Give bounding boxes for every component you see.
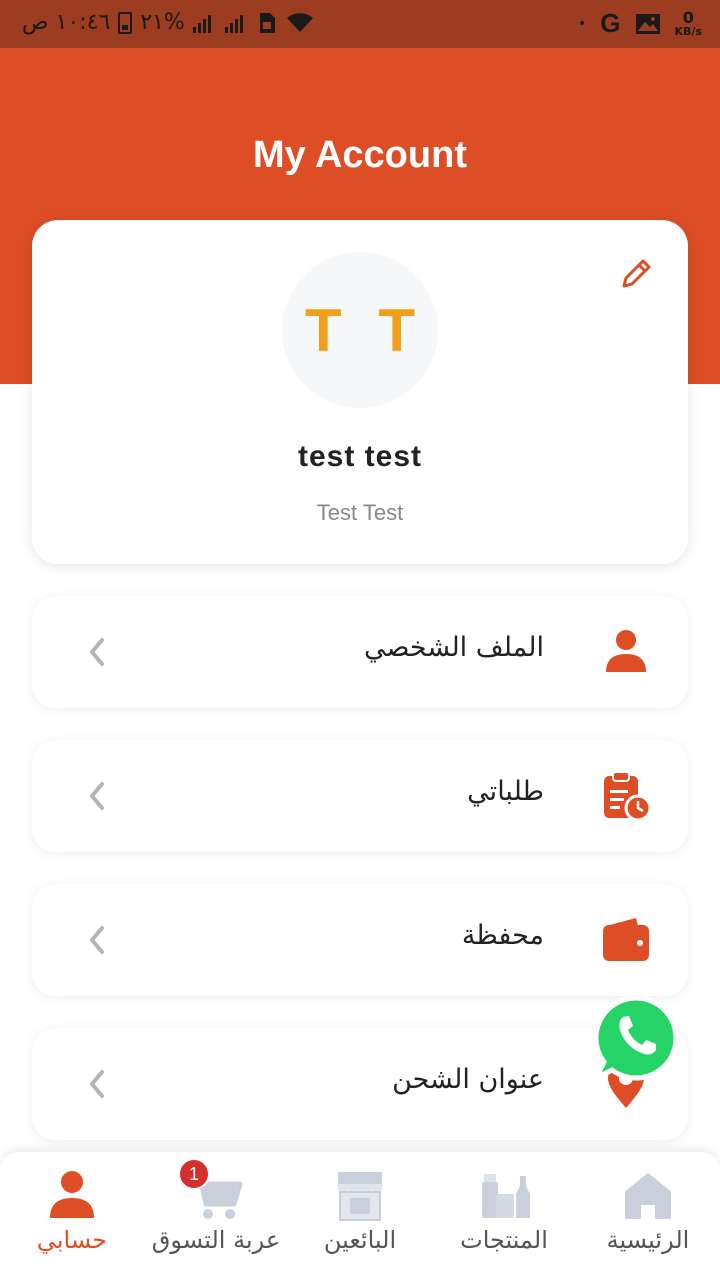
- network-speed: 0 KB/s: [674, 8, 702, 38]
- nav-item-account[interactable]: حسابي: [0, 1152, 144, 1280]
- chevron-left-icon: [90, 782, 104, 810]
- wallet-icon: [603, 918, 649, 961]
- network-speed-value: 0: [682, 8, 694, 27]
- bottom-nav: حسابي 1 عربة التسوق البائعين المنتجات ال…: [0, 1152, 720, 1280]
- nav-label: حسابي: [36, 1226, 108, 1254]
- sim-card-icon: [259, 12, 275, 33]
- nav-label: المنتجات: [460, 1226, 548, 1254]
- status-bar: ١٠:٤٦ ص ٢١% • G 0 KB/s: [0, 0, 720, 48]
- nav-item-products[interactable]: المنتجات: [432, 1152, 576, 1280]
- signal-icon: [192, 13, 217, 33]
- nav-item-cart[interactable]: 1 عربة التسوق: [144, 1152, 288, 1280]
- nav-label: الرئيسية: [606, 1226, 690, 1254]
- image-icon: [635, 13, 660, 34]
- battery-icon: [118, 11, 133, 34]
- wifi-icon: [286, 12, 313, 32]
- status-bar-right: • G 0 KB/s: [578, 8, 702, 39]
- google-icon: G: [600, 8, 621, 38]
- clipboard-clock-icon: [604, 771, 652, 822]
- network-speed-unit: KB/s: [674, 25, 702, 38]
- menu-item-label: عنوان الشحن: [392, 1064, 544, 1095]
- nav-label: عربة التسوق: [151, 1226, 281, 1254]
- profile-subtitle: Test Test: [316, 500, 404, 525]
- edit-pencil-icon[interactable]: [616, 254, 656, 294]
- cart-badge: 1: [178, 1158, 210, 1190]
- profile-card: T T test test Test Test: [32, 220, 688, 564]
- menu-item-profile[interactable]: الملف الشخصي: [32, 596, 688, 708]
- page-title: My Account: [253, 134, 467, 176]
- menu-item-orders[interactable]: طلباتي: [32, 740, 688, 852]
- menu-item-wallet[interactable]: محفظة: [32, 884, 688, 996]
- nav-item-sellers[interactable]: البائعين: [288, 1152, 432, 1280]
- dot-icon: •: [578, 15, 587, 32]
- user-icon: [606, 630, 646, 672]
- signal-icon-2: [224, 13, 249, 33]
- menu-item-label: محفظة: [461, 920, 544, 951]
- battery-percent: ٢١%: [140, 10, 185, 35]
- menu-item-label: الملف الشخصي: [364, 632, 544, 663]
- status-bar-left: ١٠:٤٦ ص ٢١%: [22, 10, 315, 35]
- nav-label: البائعين: [323, 1226, 397, 1254]
- chevron-left-icon: [90, 926, 104, 954]
- nav-item-home[interactable]: الرئيسية: [576, 1152, 720, 1280]
- whatsapp-button[interactable]: [590, 992, 682, 1084]
- clock: ١٠:٤٦ ص: [22, 10, 111, 35]
- menu-item-label: طلباتي: [467, 776, 544, 807]
- home-icon: [625, 1173, 671, 1219]
- store-icon: [338, 1172, 382, 1221]
- chevron-left-icon: [90, 1070, 104, 1098]
- chevron-left-icon: [90, 638, 104, 666]
- user-icon: [50, 1171, 94, 1218]
- avatar: T T: [282, 252, 438, 408]
- products-icon: [482, 1174, 530, 1218]
- profile-name: test test: [297, 440, 423, 473]
